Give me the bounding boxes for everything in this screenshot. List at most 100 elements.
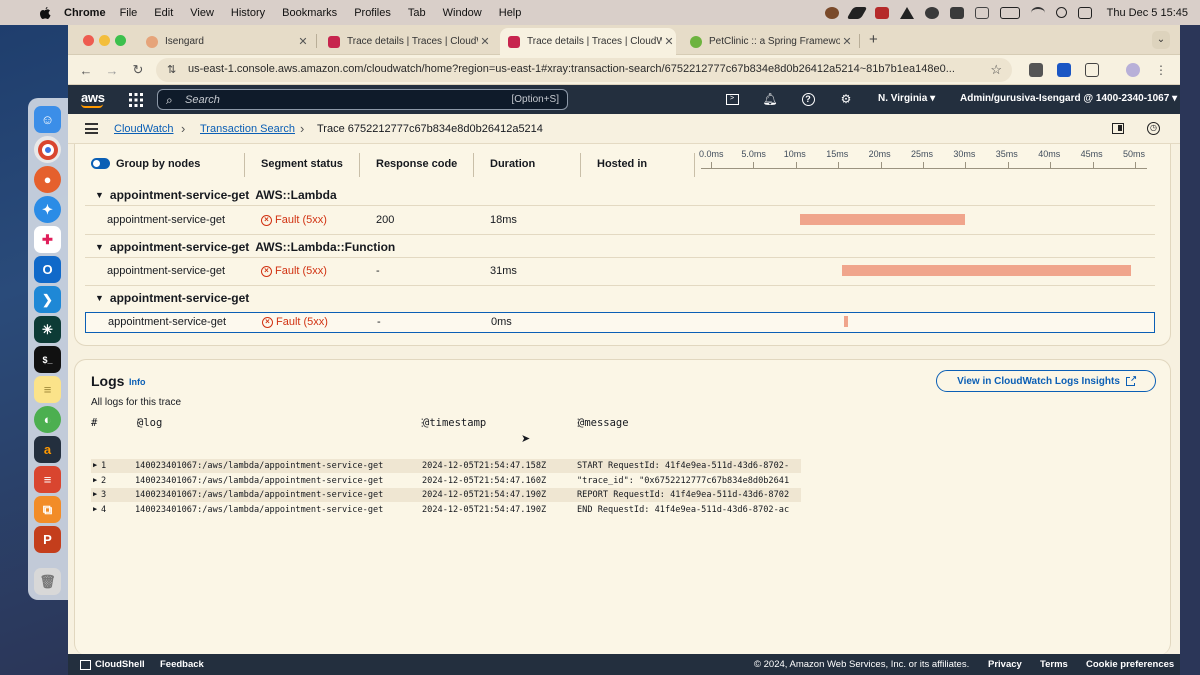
omnibox[interactable]: ⇅ us-east-1.console.aws.amazon.com/cloud… bbox=[156, 58, 1012, 82]
back-arrow-icon[interactable]: ← bbox=[79, 63, 93, 78]
account-menu[interactable]: Admin/gurusiva-Isengard @ 1400-2340-1067… bbox=[960, 93, 1177, 104]
close-tab-icon[interactable]: ✕ bbox=[662, 35, 676, 48]
segment-row-selected[interactable]: appointment-service-get × Fault (5xx) - 0… bbox=[85, 312, 1155, 333]
tray-triangle-icon[interactable] bbox=[899, 6, 914, 19]
terms-link[interactable]: Terms bbox=[1040, 659, 1068, 670]
log-row[interactable]: ▶ 3 140023401067:/aws/lambda/appointment… bbox=[91, 488, 801, 502]
perplexity-icon[interactable]: ✳ bbox=[34, 316, 61, 343]
expand-caret-icon[interactable]: ▶ bbox=[93, 461, 97, 469]
terminal-icon[interactable]: $_ bbox=[34, 346, 61, 373]
globe-app-icon[interactable]: ◐ bbox=[34, 406, 61, 433]
caret-down-icon[interactable]: ▼ bbox=[95, 190, 104, 200]
control-center-icon[interactable] bbox=[1077, 6, 1092, 19]
url-text[interactable]: us-east-1.console.aws.amazon.com/cloudwa… bbox=[188, 63, 978, 75]
outlook-icon[interactable]: O bbox=[34, 256, 61, 283]
extension-c-icon[interactable] bbox=[1057, 63, 1071, 77]
view-in-logs-insights-button[interactable]: View in CloudWatch Logs Insights ↗ bbox=[936, 370, 1156, 392]
breadcrumb-cloudwatch[interactable]: CloudWatch bbox=[114, 123, 174, 135]
logs-column-header-log[interactable]: @log bbox=[137, 417, 162, 429]
tab-trace-details-active[interactable]: Trace details | Traces | CloudW ✕ bbox=[500, 28, 676, 55]
aws-logo[interactable]: aws bbox=[81, 90, 105, 105]
finder-icon[interactable]: ☺ bbox=[34, 106, 61, 133]
expand-caret-icon[interactable]: ▶ bbox=[93, 490, 97, 498]
extensions-puzzle-icon[interactable] bbox=[1085, 63, 1099, 77]
menu-view[interactable]: View bbox=[190, 7, 214, 19]
breadcrumb-transaction-search[interactable]: Transaction Search bbox=[200, 123, 295, 135]
spotlight-search-icon[interactable] bbox=[1055, 7, 1067, 18]
vscode-icon[interactable]: ❯ bbox=[34, 286, 61, 313]
column-header-hosted-in[interactable]: Hosted in bbox=[597, 158, 647, 170]
menu-window[interactable]: Window bbox=[443, 7, 482, 19]
help-icon[interactable]: ? bbox=[800, 91, 816, 107]
privacy-link[interactable]: Privacy bbox=[988, 659, 1022, 670]
red-app-icon[interactable]: ≡ bbox=[34, 466, 61, 493]
trash-icon[interactable]: 🗑 bbox=[34, 568, 61, 595]
profile-avatar[interactable] bbox=[1126, 63, 1140, 77]
minimize-window-button[interactable] bbox=[99, 35, 110, 46]
notifications-bell-icon[interactable]: 🔔︎ bbox=[762, 91, 778, 107]
chrome-icon[interactable] bbox=[34, 136, 61, 163]
timeline-bar[interactable] bbox=[842, 265, 1131, 276]
logs-column-header-message[interactable]: @message bbox=[578, 417, 629, 429]
tray-red-icon[interactable] bbox=[874, 6, 889, 19]
safari-icon[interactable]: ✦ bbox=[34, 196, 61, 223]
menu-history[interactable]: History bbox=[231, 7, 265, 19]
segment-group-header[interactable]: ▼ appointment-service-get AWS::Lambda bbox=[95, 188, 337, 202]
apple-icon[interactable] bbox=[38, 6, 52, 20]
column-header-response-code[interactable]: Response code bbox=[376, 158, 457, 170]
cloudshell-icon[interactable]: > bbox=[724, 91, 740, 107]
settings-gear-icon[interactable]: ⚙ bbox=[838, 91, 854, 107]
reload-icon[interactable]: ↻ bbox=[131, 62, 145, 77]
menubar-clock[interactable]: Thu Dec 5 15:45 bbox=[1107, 7, 1188, 19]
menu-edit[interactable]: Edit bbox=[154, 7, 173, 19]
cookie-preferences-link[interactable]: Cookie preferences bbox=[1086, 659, 1174, 670]
caret-down-icon[interactable]: ▼ bbox=[95, 242, 104, 252]
diagram-app-icon[interactable]: ⧉ bbox=[34, 496, 61, 523]
region-selector[interactable]: N. Virginia ▾ bbox=[878, 93, 935, 104]
tray-pen-icon[interactable] bbox=[846, 6, 868, 19]
segment-group-header[interactable]: ▼ appointment-service-get AWS::Lambda::F… bbox=[95, 240, 395, 254]
tab-trace-details-1[interactable]: Trace details | Traces | CloudW ✕ bbox=[320, 28, 492, 55]
tab-search-chevron-icon[interactable]: ⌄ bbox=[1152, 31, 1170, 49]
caret-down-icon[interactable]: ▼ bbox=[95, 293, 104, 303]
segment-row[interactable]: appointment-service-get × Fault (5xx) 200… bbox=[89, 211, 1155, 230]
menubar-app-name[interactable]: Chrome bbox=[64, 7, 106, 19]
group-by-nodes-toggle[interactable] bbox=[91, 158, 110, 169]
new-tab-button[interactable]: + bbox=[869, 31, 878, 48]
timeline-bar[interactable] bbox=[844, 316, 849, 327]
cloudshell-footer-icon[interactable] bbox=[80, 660, 91, 670]
amazon-icon[interactable]: a bbox=[34, 436, 61, 463]
browser-menu-icon[interactable]: ⋮ bbox=[1154, 63, 1168, 77]
feedback-link[interactable]: Feedback bbox=[160, 659, 204, 670]
tray-screen-icon[interactable] bbox=[974, 6, 989, 19]
powerpoint-icon[interactable]: P bbox=[34, 526, 61, 553]
zoom-window-button[interactable] bbox=[115, 35, 126, 46]
notes-icon[interactable]: ≡ bbox=[34, 376, 61, 403]
logs-column-header-timestamp[interactable]: @timestamp bbox=[423, 417, 486, 429]
tab-petclinic[interactable]: PetClinic :: a Spring Framewo ✕ bbox=[682, 28, 854, 55]
menu-profiles[interactable]: Profiles bbox=[354, 7, 391, 19]
logs-info-link[interactable]: Info bbox=[129, 377, 146, 387]
column-header-duration[interactable]: Duration bbox=[490, 158, 535, 170]
slack-icon[interactable]: ✚ bbox=[34, 226, 61, 253]
close-tab-icon[interactable]: ✕ bbox=[478, 35, 492, 48]
tray-circle-icon[interactable] bbox=[924, 6, 939, 19]
segment-group-header[interactable]: ▼ appointment-service-get bbox=[95, 291, 249, 305]
cloudshell-link[interactable]: CloudShell bbox=[95, 659, 145, 670]
aws-search-input[interactable]: ⌕ Search [Option+S] bbox=[157, 89, 568, 110]
extension-icon[interactable] bbox=[1029, 63, 1043, 77]
menu-bookmarks[interactable]: Bookmarks bbox=[282, 7, 337, 19]
log-row[interactable]: ▶ 1 140023401067:/aws/lambda/appointment… bbox=[91, 459, 801, 473]
firefox-icon[interactable]: ● bbox=[34, 166, 61, 193]
split-panel-icon[interactable] bbox=[1112, 123, 1124, 134]
log-row[interactable]: ▶ 2 140023401067:/aws/lambda/appointment… bbox=[91, 474, 801, 488]
tray-app-icon[interactable] bbox=[824, 6, 839, 19]
tools-panel-icon[interactable]: ◷ bbox=[1147, 122, 1160, 135]
menu-file[interactable]: File bbox=[120, 7, 138, 19]
segment-row[interactable]: appointment-service-get × Fault (5xx) - 3… bbox=[89, 262, 1155, 281]
expand-caret-icon[interactable]: ▶ bbox=[93, 476, 97, 484]
column-header-segment-status[interactable]: Segment status bbox=[261, 158, 343, 170]
close-window-button[interactable] bbox=[83, 35, 94, 46]
timeline-bar[interactable] bbox=[800, 214, 966, 225]
expand-caret-icon[interactable]: ▶ bbox=[93, 505, 97, 513]
